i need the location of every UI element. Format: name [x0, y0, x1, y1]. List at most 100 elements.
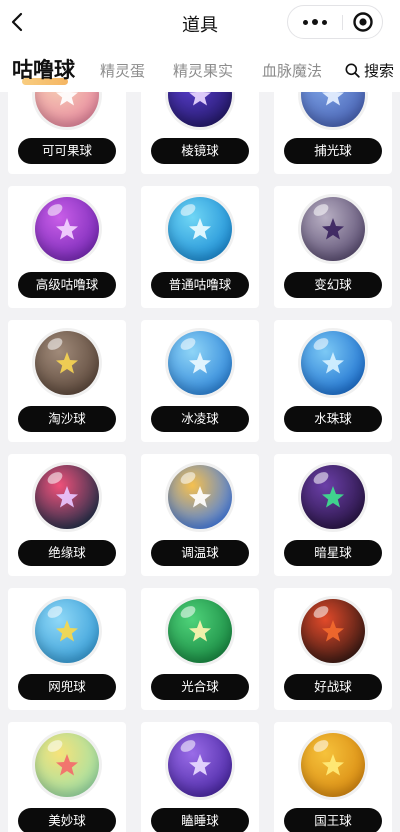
wonderful-ball-icon — [35, 733, 99, 797]
ball-highlight — [311, 201, 331, 219]
item-name-label: 暗星球 — [284, 540, 382, 566]
item-name-label: 好战球 — [284, 674, 382, 700]
item-name-label: 变幻球 — [284, 272, 382, 298]
ball-highlight — [311, 335, 331, 353]
sand-panning-ball-icon — [35, 331, 99, 395]
ball-highlight — [45, 201, 65, 219]
ball-core-gem — [322, 620, 344, 642]
ball-core-gem — [56, 754, 78, 776]
item-card[interactable]: 光合球 — [141, 588, 259, 710]
ball-highlight — [178, 335, 198, 353]
item-grid-scroll[interactable]: 可可果球 棱镜球 捕光球高级咕噜球 普通咕噜球 变幻球淘沙球 冰凌球 水珠球绝缘球 调温球 暗星… — [0, 92, 400, 832]
more-dots-icon — [303, 19, 308, 25]
photosynthesis-ball-icon — [168, 599, 232, 663]
item-name-label: 冰凌球 — [151, 406, 249, 432]
item-card[interactable]: 调温球 — [141, 454, 259, 576]
item-card[interactable]: 好战球 — [274, 588, 392, 710]
item-card[interactable]: 捕光球 — [274, 92, 392, 174]
close-mini-program-button[interactable] — [352, 11, 374, 33]
transform-ball-icon — [301, 197, 365, 261]
water-drop-ball-icon — [301, 331, 365, 395]
target-icon — [353, 12, 373, 32]
category-tabs: 咕噜球 精灵蛋 精灵果实 血脉魔法 搜索 — [0, 46, 400, 92]
item-name-label: 棱镜球 — [151, 138, 249, 164]
normal-gulu-ball-icon — [168, 197, 232, 261]
ball-highlight — [45, 737, 65, 755]
item-card[interactable]: 变幻球 — [274, 186, 392, 308]
item-card[interactable]: 可可果球 — [8, 92, 126, 174]
ball-highlight — [311, 737, 331, 755]
item-name-label: 捕光球 — [284, 138, 382, 164]
ball-highlight — [178, 603, 198, 621]
premium-gulu-ball-icon — [35, 197, 99, 261]
ball-core-gem — [189, 92, 211, 106]
ball-highlight — [178, 737, 198, 755]
ball-highlight — [311, 603, 331, 621]
item-name-label: 普通咕噜球 — [151, 272, 249, 298]
item-card[interactable]: 淘沙球 — [8, 320, 126, 442]
more-button[interactable] — [288, 6, 342, 38]
tab-spirit-egg[interactable]: 精灵蛋 — [100, 60, 145, 81]
item-card[interactable]: 绝缘球 — [8, 454, 126, 576]
ball-highlight — [45, 335, 65, 353]
ball-core-gem — [56, 352, 78, 374]
ball-core-gem — [322, 754, 344, 776]
item-card[interactable]: 水珠球 — [274, 320, 392, 442]
search-button[interactable]: 搜索 — [345, 60, 394, 81]
ball-core-gem — [189, 754, 211, 776]
ball-core-gem — [56, 218, 78, 240]
king-ball-icon — [301, 733, 365, 797]
ball-highlight — [45, 603, 65, 621]
ball-highlight — [178, 201, 198, 219]
prism-ball-icon — [168, 92, 232, 127]
search-icon — [345, 63, 360, 78]
cocoa-fruit-ball-icon — [35, 92, 99, 127]
net-ball-icon — [35, 599, 99, 663]
item-card[interactable]: 暗星球 — [274, 454, 392, 576]
nav-bar: 道具 — [0, 0, 400, 46]
item-card[interactable]: 普通咕噜球 — [141, 186, 259, 308]
ball-core-gem — [189, 486, 211, 508]
ball-core-gem — [322, 92, 344, 106]
ball-core-gem — [56, 486, 78, 508]
item-card[interactable]: 美妙球 — [8, 722, 126, 832]
capsule-divider — [342, 15, 343, 30]
dark-star-ball-icon — [301, 465, 365, 529]
ball-core-gem — [56, 92, 78, 106]
item-name-label: 水珠球 — [284, 406, 382, 432]
item-name-label: 美妙球 — [18, 808, 116, 832]
item-name-label: 瞌睡球 — [151, 808, 249, 832]
icicle-ball-icon — [168, 331, 232, 395]
item-name-label: 高级咕噜球 — [18, 272, 116, 298]
ball-highlight — [311, 469, 331, 487]
item-name-label: 国王球 — [284, 808, 382, 832]
tab-gulu-ball[interactable]: 咕噜球 — [12, 54, 75, 84]
item-card[interactable]: 棱镜球 — [141, 92, 259, 174]
sleepy-ball-icon — [168, 733, 232, 797]
item-name-label: 调温球 — [151, 540, 249, 566]
ball-core-gem — [322, 218, 344, 240]
item-card[interactable]: 冰凌球 — [141, 320, 259, 442]
ball-highlight — [178, 469, 198, 487]
ball-core-gem — [322, 352, 344, 374]
ball-core-gem — [189, 218, 211, 240]
ball-core-gem — [322, 486, 344, 508]
item-name-label: 网兜球 — [18, 674, 116, 700]
insulation-ball-icon — [35, 465, 99, 529]
ball-highlight — [45, 469, 65, 487]
search-label: 搜索 — [364, 62, 395, 80]
item-card[interactable]: 网兜球 — [8, 588, 126, 710]
light-catch-ball-icon — [301, 92, 365, 127]
ball-core-gem — [189, 352, 211, 374]
item-card[interactable]: 国王球 — [274, 722, 392, 832]
ball-core-gem — [189, 620, 211, 642]
item-name-label: 可可果球 — [18, 138, 116, 164]
item-name-label: 绝缘球 — [18, 540, 116, 566]
tab-spirit-fruit[interactable]: 精灵果实 — [173, 60, 233, 81]
item-card[interactable]: 瞌睡球 — [141, 722, 259, 832]
mini-program-capsule — [287, 5, 383, 39]
item-card[interactable]: 高级咕噜球 — [8, 186, 126, 308]
warlike-ball-icon — [301, 599, 365, 663]
tab-bloodline-magic[interactable]: 血脉魔法 — [262, 60, 322, 81]
item-name-label: 光合球 — [151, 674, 249, 700]
